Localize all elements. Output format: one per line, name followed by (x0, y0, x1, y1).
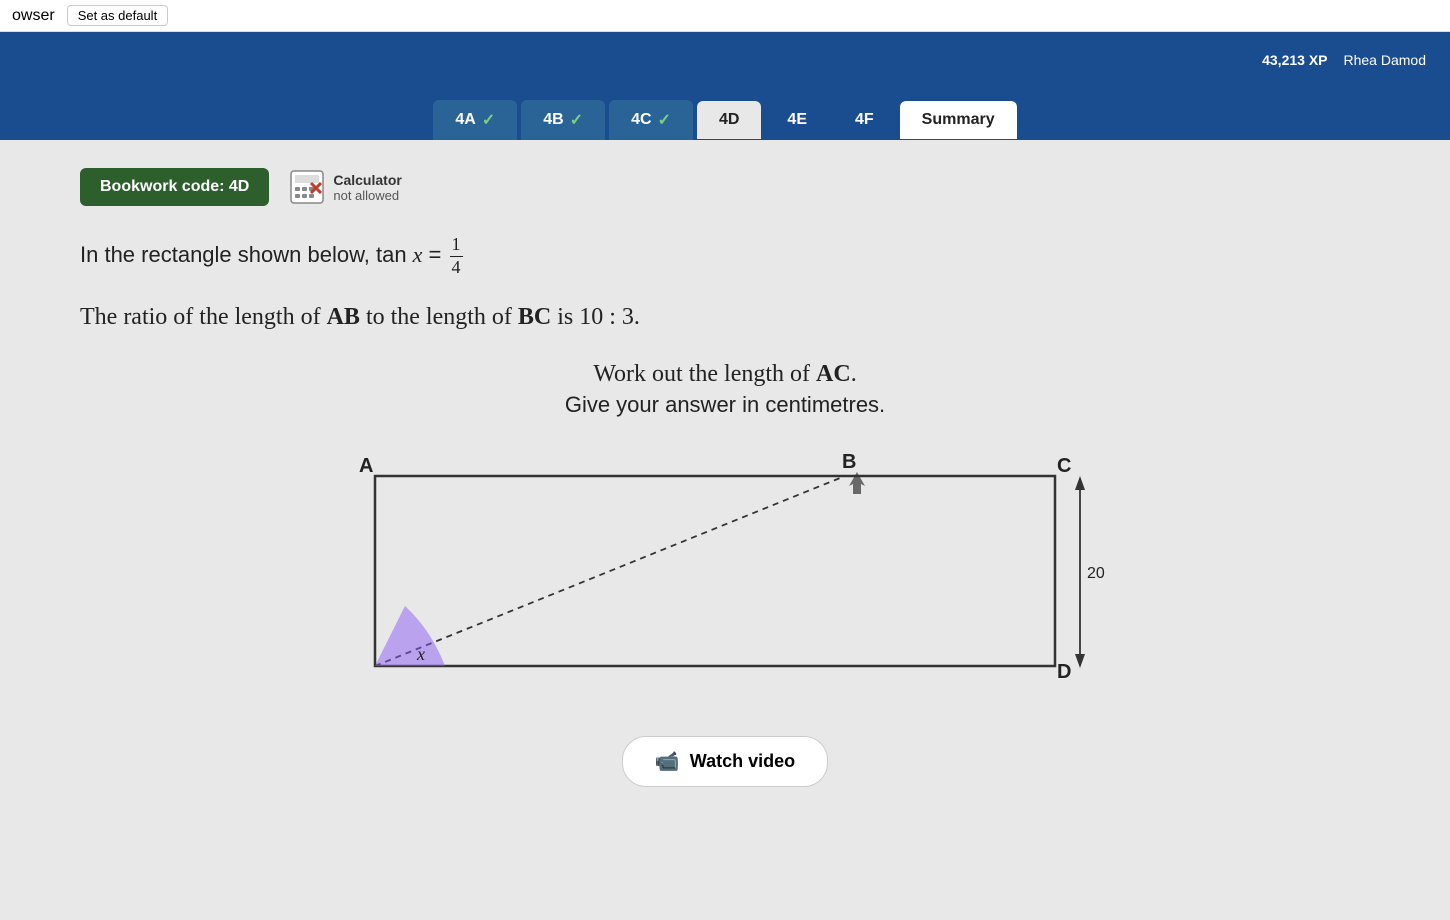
problem-eq: = (422, 242, 447, 267)
label-C: C (1057, 455, 1071, 477)
rectangle-diagram: A B C D x 20 cm (345, 446, 1105, 706)
calculator-sublabel: not allowed (333, 188, 401, 203)
calculator-text: Calculator not allowed (333, 172, 401, 203)
header: 43,213 XP Rhea Damod (0, 32, 1450, 88)
watch-video-label: Watch video (690, 751, 795, 772)
calculator-info: Calculator not allowed (289, 169, 401, 205)
tab-4B-check: ✓ (570, 110, 583, 130)
label-D: D (1057, 661, 1071, 683)
dimension-label: 20 cm (1087, 565, 1105, 582)
tab-4E[interactable]: 4E (765, 101, 829, 139)
arrow-up (1075, 476, 1085, 490)
top-bar: owser Set as default (0, 0, 1450, 32)
video-icon: 📹 (655, 749, 680, 774)
problem-line2: The ratio of the length of AB to the len… (80, 298, 1370, 336)
fraction: 14 (450, 234, 463, 278)
problem-line1: In the rectangle shown below, tan x = 14 (80, 234, 1370, 278)
browser-label: owser (12, 7, 55, 25)
user-display: Rhea Damod (1344, 52, 1427, 68)
problem-line4: Give your answer in centimetres. (80, 392, 1370, 418)
nav-tabs: 4A ✓ 4B ✓ 4C ✓ 4D 4E 4F Summary (0, 88, 1450, 140)
xp-display: 43,213 XP (1262, 52, 1327, 68)
watch-video-button[interactable]: 📹 Watch video (622, 736, 828, 787)
bookwork-row: Bookwork code: 4D Calculator not allowed (80, 168, 1370, 206)
label-B: B (842, 451, 856, 473)
tab-summary[interactable]: Summary (900, 101, 1017, 139)
diagram-container: A B C D x 20 cm (80, 446, 1370, 706)
fraction-den: 4 (450, 257, 463, 279)
tab-4A-label: 4A (455, 111, 475, 129)
tab-4C[interactable]: 4C ✓ (609, 100, 693, 140)
tab-summary-label: Summary (922, 111, 995, 129)
tab-4D[interactable]: 4D (697, 101, 761, 139)
watch-video-container: 📹 Watch video (80, 736, 1370, 787)
tab-4C-label: 4C (631, 111, 651, 129)
tab-4E-label: 4E (787, 111, 807, 129)
problem-line3: Work out the length of AC. (80, 361, 1370, 388)
calculator-label: Calculator (333, 172, 401, 188)
tab-4C-check: ✓ (658, 110, 671, 130)
problem-line1-pre: In the rectangle shown below, tan (80, 242, 413, 267)
label-x: x (416, 644, 425, 664)
tab-4F[interactable]: 4F (833, 101, 896, 139)
tab-4F-label: 4F (855, 111, 874, 129)
calculator-icon (289, 169, 325, 205)
main-content: Bookwork code: 4D Calculator not allowed (0, 140, 1450, 920)
tab-4B-label: 4B (543, 111, 563, 129)
arrow-down (1075, 654, 1085, 668)
tab-4A[interactable]: 4A ✓ (433, 100, 517, 140)
bookwork-code: Bookwork code: 4D (80, 168, 269, 206)
fraction-num: 1 (450, 234, 463, 257)
label-A: A (359, 455, 373, 477)
tab-4D-label: 4D (719, 111, 739, 129)
tab-4B[interactable]: 4B ✓ (521, 100, 605, 140)
set-default-button[interactable]: Set as default (67, 5, 169, 26)
problem-var-x: x (413, 242, 423, 267)
tab-4A-check: ✓ (482, 110, 495, 130)
